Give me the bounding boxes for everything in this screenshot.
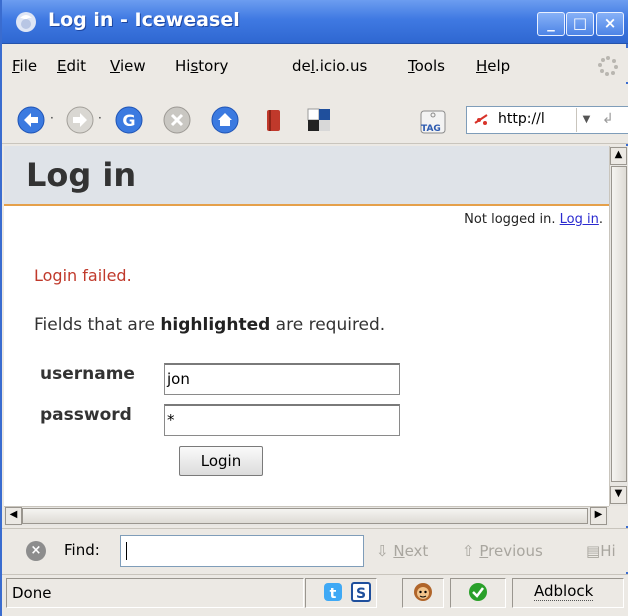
menu-file-label: ile — [19, 57, 38, 75]
find-previous-label: revious — [488, 542, 543, 560]
menu-help-accel: H — [476, 57, 488, 75]
adblock-label[interactable]: Adblock — [534, 582, 594, 601]
menu-history-label: tory — [198, 57, 229, 75]
forward-history-dropdown[interactable]: · — [98, 111, 102, 125]
page-title: Log in — [26, 156, 137, 194]
find-input[interactable] — [120, 535, 364, 567]
iceweasel-logo-icon — [16, 12, 36, 32]
menu-history-pre: Hi — [175, 57, 191, 75]
username-label: username — [40, 364, 135, 384]
delicious-icon[interactable] — [304, 105, 334, 135]
scroll-down-arrow-icon[interactable]: ▼ — [610, 486, 627, 504]
find-previous-button[interactable]: ⇧ Previous — [462, 542, 543, 560]
find-close-icon[interactable]: × — [26, 541, 46, 561]
menu-tools-label: ools — [414, 57, 445, 75]
text-caret — [126, 542, 127, 560]
status-text: Done — [12, 584, 52, 602]
back-history-dropdown[interactable]: · — [50, 111, 54, 125]
menu-delicious-label: .icio.us — [314, 57, 368, 75]
error-message: Login failed. — [34, 266, 132, 285]
login-link[interactable]: Log in — [560, 212, 599, 227]
page-content: Log in Not logged in. Log in. Login fail… — [4, 146, 609, 506]
menu-edit-label: dit — [66, 57, 87, 75]
highlight-all-button[interactable]: ▤Hi — [586, 542, 616, 560]
up-arrow-icon: ⇧ — [462, 542, 475, 560]
menu-view-label: iew — [119, 57, 146, 75]
svg-text:G: G — [122, 111, 135, 130]
bookmarks-icon[interactable] — [258, 105, 288, 135]
menu-tools[interactable]: Tools — [408, 57, 445, 75]
s-extension-icon[interactable]: S — [350, 581, 372, 603]
scroll-right-arrow-icon[interactable]: ▶ — [590, 507, 607, 525]
url-text[interactable]: http://l — [498, 111, 545, 127]
password-label: password — [40, 405, 132, 425]
menu-file-accel: F — [12, 57, 20, 75]
page-header: Log in — [4, 146, 609, 206]
menu-delicious-pre: de — [292, 57, 311, 75]
password-input[interactable]: * — [164, 404, 400, 436]
menu-file[interactable]: File — [12, 57, 37, 75]
login-button[interactable]: Login — [179, 446, 263, 476]
scroll-left-arrow-icon[interactable]: ◀ — [5, 507, 22, 525]
down-arrow-icon: ⇩ — [376, 542, 389, 560]
menu-help-label: elp — [487, 57, 511, 75]
username-input[interactable]: jon — [164, 363, 400, 395]
close-button[interactable]: × — [596, 12, 624, 36]
find-previous-accel: P — [479, 542, 489, 560]
tag-label: TAG — [421, 124, 441, 134]
scrollbar-corner — [609, 506, 628, 526]
home-icon[interactable] — [210, 105, 240, 135]
greasemonkey-icon[interactable] — [412, 581, 434, 603]
find-label: Find: — [64, 541, 100, 559]
favicon-icon — [474, 114, 488, 125]
svg-text:S: S — [356, 586, 366, 602]
vertical-scroll-thumb[interactable] — [611, 166, 627, 482]
browser-window: Log in - Iceweasel _ □ × File Edit View … — [0, 0, 628, 616]
forward-icon[interactable] — [65, 105, 95, 135]
check-icon[interactable] — [467, 581, 489, 603]
menu-tools-accel: T — [408, 57, 415, 75]
required-note: Fields that are highlighted are required… — [34, 315, 385, 335]
twitter-icon[interactable]: t — [322, 581, 344, 603]
menu-view[interactable]: View — [110, 57, 146, 75]
menu-delicious[interactable]: del.icio.us — [292, 57, 367, 75]
required-note-pre: Fields that are — [34, 315, 161, 335]
login-status: Not logged in. Log in. — [464, 212, 603, 227]
google-icon[interactable]: G — [114, 105, 144, 135]
back-icon[interactable] — [16, 105, 46, 135]
maximize-button[interactable]: □ — [566, 12, 594, 36]
stop-icon[interactable] — [162, 105, 192, 135]
menu-bar: File Edit View History del.icio.us Tools… — [2, 48, 628, 82]
minimize-button[interactable]: _ — [537, 12, 565, 36]
throbber-icon — [598, 56, 618, 76]
login-status-suffix: . — [598, 212, 603, 227]
window-title: Log in - Iceweasel — [48, 9, 240, 31]
find-next-label: ext — [404, 542, 429, 560]
url-dropdown-arrow-icon[interactable]: ▼ — [576, 108, 596, 132]
highlight-icon: ▤ — [586, 542, 601, 560]
required-note-post: are required. — [270, 315, 386, 335]
required-note-bold: highlighted — [160, 315, 271, 335]
highlight-label: Hi — [600, 542, 616, 560]
horizontal-scroll-thumb[interactable] — [22, 508, 588, 524]
menu-edit[interactable]: Edit — [57, 57, 86, 75]
menu-view-accel: V — [110, 57, 120, 75]
login-status-text: Not logged in. — [464, 212, 556, 227]
scroll-up-arrow-icon[interactable]: ▲ — [610, 147, 627, 165]
menu-help[interactable]: Help — [476, 57, 510, 75]
find-next-accel: N — [393, 542, 405, 560]
svg-text:t: t — [330, 586, 337, 602]
go-arrow-icon[interactable]: ↲ — [602, 111, 614, 127]
title-bar[interactable]: Log in - Iceweasel _ □ × — [2, 0, 628, 44]
find-next-button[interactable]: ⇩ Next — [376, 542, 428, 560]
menu-history[interactable]: History — [175, 57, 228, 75]
